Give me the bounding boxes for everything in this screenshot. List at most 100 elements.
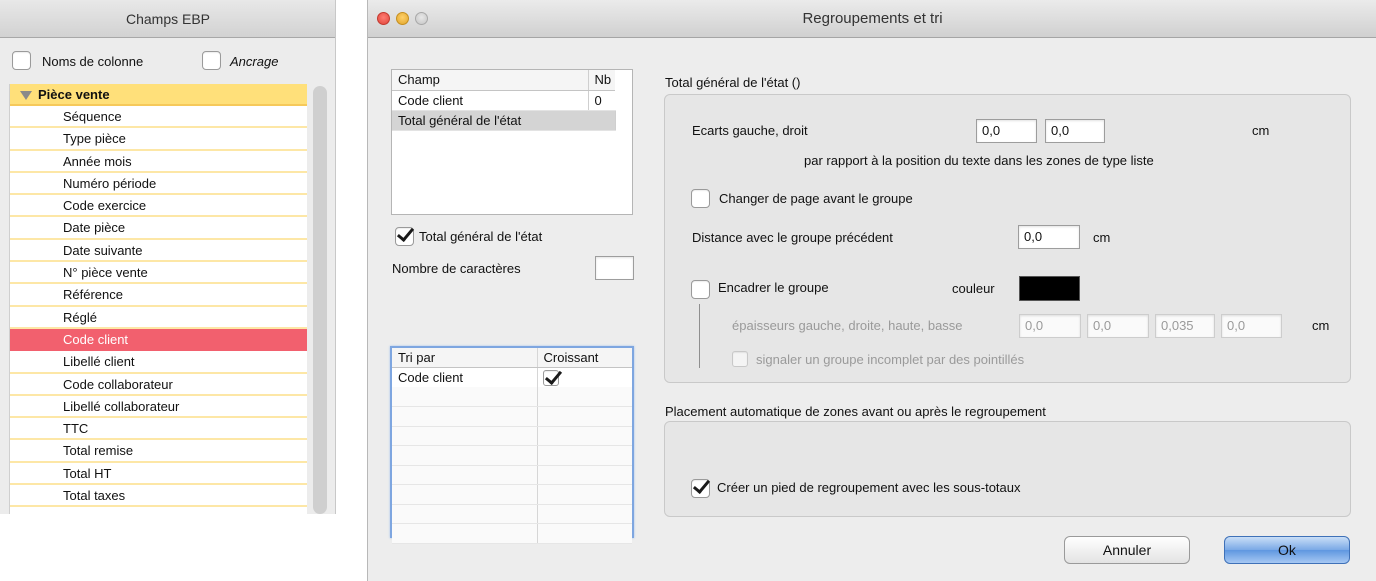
distance-unit: cm [1093, 230, 1111, 245]
column-header-champ[interactable]: Champ [392, 70, 589, 91]
ancrage-label: Ancrage [230, 54, 279, 69]
champ-table: Champ Nb Code client 0 Total général de … [391, 69, 633, 215]
epaisseurs-label: épaisseurs gauche, droite, haute, basse [732, 318, 963, 333]
dialog-titlebar[interactable]: Regroupements et tri [368, 0, 1376, 38]
changer-page-label: Changer de page avant le groupe [719, 191, 913, 206]
table-cell [537, 406, 632, 427]
noms-colonne-checkbox[interactable] [12, 51, 31, 70]
table-row[interactable]: Code client 0 [392, 90, 616, 111]
encadrer-checkbox[interactable] [691, 280, 710, 299]
table-cell [392, 426, 538, 446]
epaisseur-basse-input[interactable]: 0,0 [1221, 314, 1282, 338]
ecart-droit-input[interactable]: 0,0 [1045, 119, 1105, 143]
field-item[interactable]: Total HT [10, 462, 307, 486]
table-row[interactable]: Code client [392, 367, 632, 388]
table-cell [392, 465, 538, 485]
disclosure-triangle-icon[interactable] [20, 91, 32, 100]
field-item[interactable]: N° pièce vente [10, 262, 307, 285]
table-cell [537, 426, 632, 446]
annuler-button[interactable]: Annuler [1064, 536, 1190, 564]
indent-line [699, 304, 700, 368]
field-item[interactable]: Type pièce [10, 128, 307, 151]
ecarts-label: Ecarts gauche, droit [692, 123, 808, 138]
field-item-selected[interactable]: Code client [10, 328, 307, 352]
table-row-selected[interactable]: Total général de l'état [392, 110, 616, 131]
epaisseur-droite-input[interactable]: 0,0 [1087, 314, 1149, 338]
nombre-caracteres-input[interactable] [595, 256, 634, 280]
field-item[interactable]: Réglé [10, 306, 307, 329]
table-row-empty[interactable] [392, 426, 632, 446]
column-header-croissant[interactable]: Croissant [537, 348, 632, 368]
epaisseur-gauche-input[interactable]: 0,0 [1019, 314, 1081, 338]
par-rapport-text: par rapport à la position du texte dans … [804, 153, 1154, 168]
tri-table: Tri par Croissant Code client [390, 346, 634, 544]
table-row-empty[interactable] [392, 387, 632, 407]
field-item[interactable]: Date pièce [10, 217, 307, 240]
ancrage-checkbox[interactable] [202, 51, 221, 70]
field-item[interactable]: Total taxes [10, 485, 307, 508]
croissant-checkbox[interactable] [542, 370, 559, 386]
ok-button[interactable]: Ok [1224, 536, 1350, 564]
creer-pied-label: Créer un pied de regroupement avec les s… [717, 480, 1021, 495]
ecart-gauche-input[interactable]: 0,0 [976, 119, 1037, 143]
field-item[interactable]: Code collaborateur [10, 373, 307, 396]
changer-page-checkbox[interactable] [691, 189, 710, 208]
nombre-caracteres-label: Nombre de caractères [392, 261, 521, 276]
table-cell: Code client [392, 367, 538, 387]
field-list-scrollbar[interactable] [313, 86, 327, 514]
group-section-title: Total général de l'état () [665, 75, 801, 90]
field-item[interactable]: Libellé collaborateur [10, 395, 307, 419]
field-item[interactable]: TTC [10, 418, 307, 441]
field-item[interactable]: Référence [10, 284, 307, 307]
table-row-empty[interactable] [392, 465, 632, 485]
field-item[interactable]: Total remise [10, 440, 307, 463]
field-group-piece-vente[interactable]: Pièce vente [10, 84, 307, 106]
table-cell [392, 484, 538, 505]
signaler-checkbox[interactable] [732, 351, 748, 367]
epaisseur-haute-input[interactable]: 0,035 [1155, 314, 1215, 338]
placement-box [664, 421, 1351, 517]
table-cell [537, 484, 632, 505]
table-cell: Code client [392, 90, 589, 111]
couleur-swatch[interactable] [1019, 276, 1080, 301]
distance-label: Distance avec le groupe précédent [692, 230, 893, 245]
panel-title: Champs EBP [0, 0, 335, 38]
regroupements-dialog: Regroupements et tri Champ Nb Code clien… [367, 0, 1376, 581]
field-group-label: Pièce vente [38, 87, 110, 102]
total-general-checkbox[interactable] [395, 227, 414, 246]
table-cell [392, 445, 538, 466]
table-cell [537, 387, 632, 407]
placement-section-title: Placement automatique de zones avant ou … [665, 404, 1046, 419]
table-row-empty[interactable] [392, 445, 632, 466]
column-header-nb[interactable]: Nb [588, 70, 616, 91]
table-cell [392, 523, 538, 544]
table-cell [537, 504, 632, 524]
field-item[interactable]: Numéro période [10, 172, 307, 196]
champs-ebp-panel: Champs EBP Noms de colonne Ancrage Pièce… [0, 0, 336, 514]
field-item[interactable]: Code exercice [10, 195, 307, 218]
total-general-label: Total général de l'état [419, 229, 543, 244]
epaisseurs-unit: cm [1312, 318, 1330, 333]
signaler-label: signaler un groupe incomplet par des poi… [756, 352, 1025, 367]
table-row-empty[interactable] [392, 406, 632, 427]
table-row-empty[interactable] [392, 484, 632, 505]
table-cell [392, 504, 538, 524]
column-header-tri-par[interactable]: Tri par [392, 348, 538, 368]
distance-input[interactable]: 0,0 [1018, 225, 1080, 249]
field-item[interactable]: Date suivante [10, 239, 307, 263]
creer-pied-checkbox[interactable] [691, 479, 710, 498]
table-cell [392, 406, 538, 427]
ecarts-unit: cm [1252, 123, 1270, 138]
table-cell: 0 [588, 90, 616, 111]
encadrer-label: Encadrer le groupe [718, 280, 829, 295]
table-cell [537, 368, 632, 388]
table-cell [392, 387, 538, 407]
field-item[interactable]: Séquence [10, 106, 307, 129]
table-row-empty[interactable] [392, 504, 632, 524]
dialog-title: Regroupements et tri [802, 10, 943, 27]
field-list: Pièce vente Séquence Type pièce Année mo… [9, 84, 307, 514]
field-item[interactable]: Libellé client [10, 351, 307, 374]
field-item[interactable]: Année mois [10, 150, 307, 173]
table-row-empty[interactable] [392, 523, 632, 544]
couleur-label: couleur [952, 281, 995, 296]
